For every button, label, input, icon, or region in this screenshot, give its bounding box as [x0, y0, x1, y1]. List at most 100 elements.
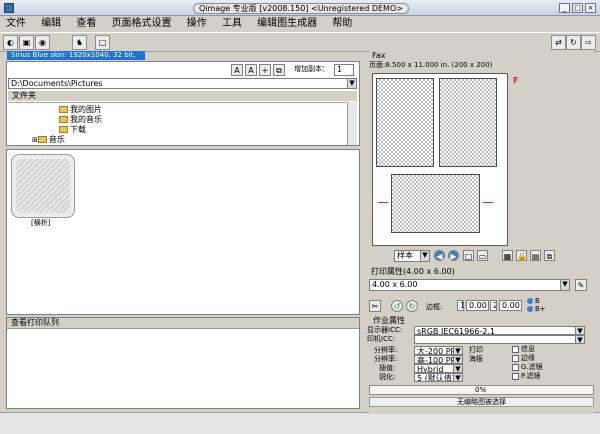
folder-icon — [59, 116, 68, 123]
resolution-dropdown-1[interactable]: 大-200 PP ▼ — [414, 346, 463, 355]
unit-bplus-icon[interactable] — [527, 306, 533, 312]
sharpen-dropdown[interactable]: 5 (默认值) ▼ — [414, 373, 463, 382]
interp-dropdown[interactable]: Hybrid ▼ — [414, 364, 463, 373]
resolution-dropdown-icon-1[interactable]: ▼ — [453, 347, 462, 354]
fax-tab[interactable]: Fax — [369, 51, 393, 61]
folder-scrollbar[interactable] — [347, 102, 357, 145]
resolution-dropdown-2[interactable]: 高-100 PP ▼ — [414, 355, 463, 364]
resolution-label-1: 分辨率: — [374, 346, 398, 354]
folder-item-pictures[interactable]: 我的图片 — [59, 105, 102, 114]
check-edge-box[interactable] — [512, 355, 519, 362]
folder-header: 文件夹 — [8, 91, 357, 101]
thumbnail-image[interactable] — [11, 154, 75, 218]
menu-operation[interactable]: 操作 — [181, 16, 213, 32]
job-properties-header: 作业属性 — [369, 316, 594, 325]
close-icon[interactable]: × — [585, 3, 596, 13]
folder-label: 我的音乐 — [70, 115, 102, 124]
folder-item-downloads[interactable]: 下载 — [59, 125, 86, 134]
app-icon — [4, 3, 14, 13]
check-pfilter-label: P.滤镜 — [521, 372, 541, 380]
check-gfilter-box[interactable] — [512, 364, 519, 371]
path-dropdown-icon[interactable]: ▼ — [347, 79, 356, 88]
sample-value: 样本 — [397, 251, 413, 260]
sample-dropdown[interactable]: 样本 ▼ — [394, 250, 430, 262]
selection-status: 无编略图被选择 — [369, 397, 594, 407]
interp-value: Hybrid — [417, 365, 444, 373]
copy-page-icon[interactable]: ⧉ — [544, 250, 555, 261]
copy-icon[interactable]: ⧉ — [273, 64, 285, 76]
margin-input-3[interactable]: 2 — [490, 300, 497, 311]
preview-tile-top-right — [439, 78, 497, 167]
poster-label: 海报 — [469, 355, 483, 363]
menu-file[interactable]: 文件 — [0, 16, 32, 32]
resolution-value-1: 大-200 PP — [417, 347, 456, 355]
path-value: D:\Documents\Pictures — [11, 79, 103, 88]
left-browser-panel: A A + ⧉ 增加副本： 1 D:\Documents\Pictures ▼ … — [6, 61, 360, 146]
check-edge-label: 边缘 — [521, 354, 535, 362]
check-info-label: 信息 — [521, 345, 535, 353]
check-info-box[interactable] — [512, 346, 519, 353]
grid-icon[interactable]: ▦ — [502, 250, 513, 261]
path-dropdown[interactable]: D:\Documents\Pictures ▼ — [8, 78, 357, 89]
sharpen-dropdown-icon[interactable]: ▼ — [453, 374, 462, 381]
flag-icon: F — [513, 76, 519, 85]
resolution-dropdown-icon-2[interactable]: ▼ — [453, 356, 462, 363]
print-preview-icon[interactable]: ▭ — [477, 250, 488, 261]
check-pfilter-box[interactable] — [512, 373, 519, 380]
print-queue-panel: 查看打印队列 — [6, 317, 360, 409]
crop-icon[interactable]: ✂ — [369, 300, 381, 312]
lock-icon[interactable]: 🔒 — [516, 250, 527, 261]
doc-icon[interactable]: ▤ — [530, 250, 541, 261]
pencil-icon[interactable]: ✎ — [575, 279, 587, 291]
camera-icon[interactable]: ◉ — [35, 35, 50, 50]
margin-input-1[interactable]: 1 — [457, 300, 464, 311]
next-icon[interactable]: ▶ — [448, 250, 459, 261]
folder-label: 我的图片 — [70, 105, 102, 114]
interp-dropdown-icon[interactable]: ▼ — [453, 365, 462, 372]
export-icon[interactable]: ⇨ — [581, 35, 596, 50]
rotate-left-icon[interactable]: ↺ — [391, 300, 403, 312]
rotate-right-icon[interactable]: ↻ — [406, 300, 418, 312]
menu-tools[interactable]: 工具 — [216, 16, 248, 32]
printer-icc-dropdown-icon[interactable]: ▼ — [575, 336, 584, 343]
page-preview[interactable] — [372, 73, 508, 246]
menu-edit[interactable]: 编辑 — [35, 16, 67, 32]
menu-editor-generator[interactable]: 编辑图生成器 — [251, 16, 323, 32]
copies-label: 增加副本： — [294, 65, 329, 73]
font-a-icon[interactable]: A — [231, 64, 243, 76]
font-b-icon[interactable]: A — [245, 64, 257, 76]
copies-input[interactable]: 1 — [334, 64, 354, 76]
folder-item-music-root[interactable]: ⊞ 音乐 — [32, 135, 65, 144]
person-icon[interactable]: ♞ — [72, 35, 87, 50]
print-size-dropdown-icon[interactable]: ▼ — [560, 280, 569, 290]
print-size-dropdown[interactable]: 4.00 x 6.00 ▼ — [369, 279, 570, 291]
maximize-icon[interactable]: □ — [572, 3, 583, 13]
menu-view[interactable]: 查看 — [70, 16, 102, 32]
sharpen-value: 5 (默认值) — [417, 374, 455, 382]
unit-b-icon[interactable] — [527, 298, 533, 304]
layout-icon[interactable]: ⇄ — [551, 35, 566, 50]
prev-icon[interactable]: ◀ — [434, 250, 445, 261]
margin-input-2[interactable]: 0.00 — [466, 300, 489, 311]
rotate-icon[interactable]: ↻ — [566, 35, 581, 50]
open-icon[interactable]: ◐ — [3, 35, 18, 50]
menu-page-setup[interactable]: 页面格式设置 — [106, 16, 178, 32]
page-icon[interactable]: □ — [463, 250, 474, 261]
sample-dropdown-icon[interactable]: ▼ — [420, 251, 429, 261]
main-toolbar: ◐ ▣ ◉ ♞ □ ⇄ ↻ ⇨ — [0, 32, 600, 52]
minimize-icon[interactable]: _ — [559, 3, 570, 13]
thumbnail-panel: [横析] — [6, 149, 360, 315]
printer-icc-dropdown[interactable]: ▼ — [414, 335, 585, 344]
menu-help[interactable]: 帮助 — [326, 16, 358, 32]
monitor-icc-dropdown[interactable]: sRGB IEC61966-2.1 ▼ — [414, 326, 585, 335]
save-icon[interactable]: ▣ — [19, 35, 34, 50]
bottom-status-bar — [0, 412, 600, 434]
folder-icon — [59, 106, 68, 113]
title-bar: Qimage 专业版 [v2008.150] <Unregistered DEM… — [0, 0, 600, 16]
monitor-icc-dropdown-icon[interactable]: ▼ — [575, 327, 584, 334]
add-icon[interactable]: + — [259, 64, 271, 76]
new-page-icon[interactable]: □ — [95, 35, 110, 50]
folder-item-music[interactable]: 我的音乐 — [59, 115, 102, 124]
preview-tile-bottom — [391, 174, 480, 233]
margin-input-4[interactable]: 0.00 — [499, 300, 522, 311]
